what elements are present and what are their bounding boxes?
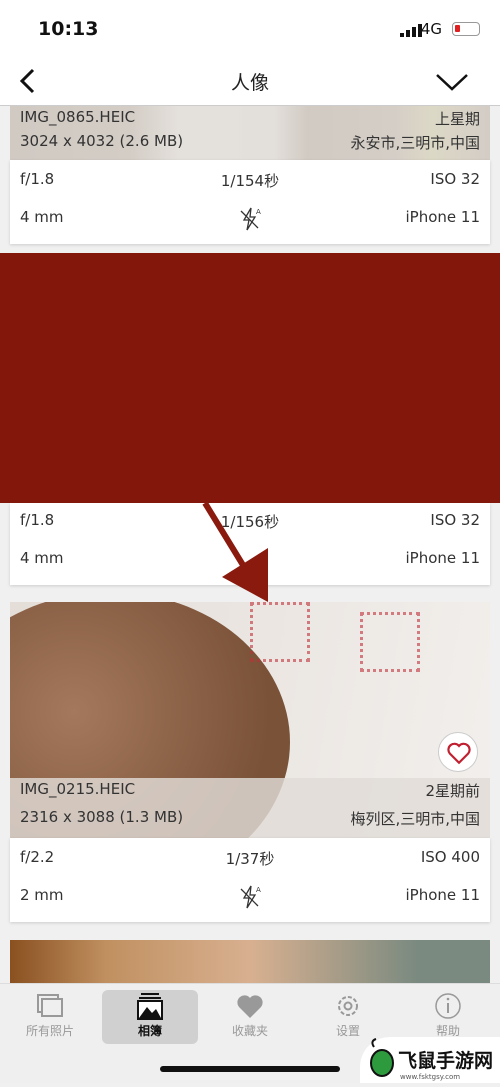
annotation-arrow (202, 501, 268, 602)
nav-bar: 人像 (0, 58, 500, 106)
chevron-down-icon[interactable] (434, 70, 470, 94)
page-title: 人像 (230, 72, 269, 94)
